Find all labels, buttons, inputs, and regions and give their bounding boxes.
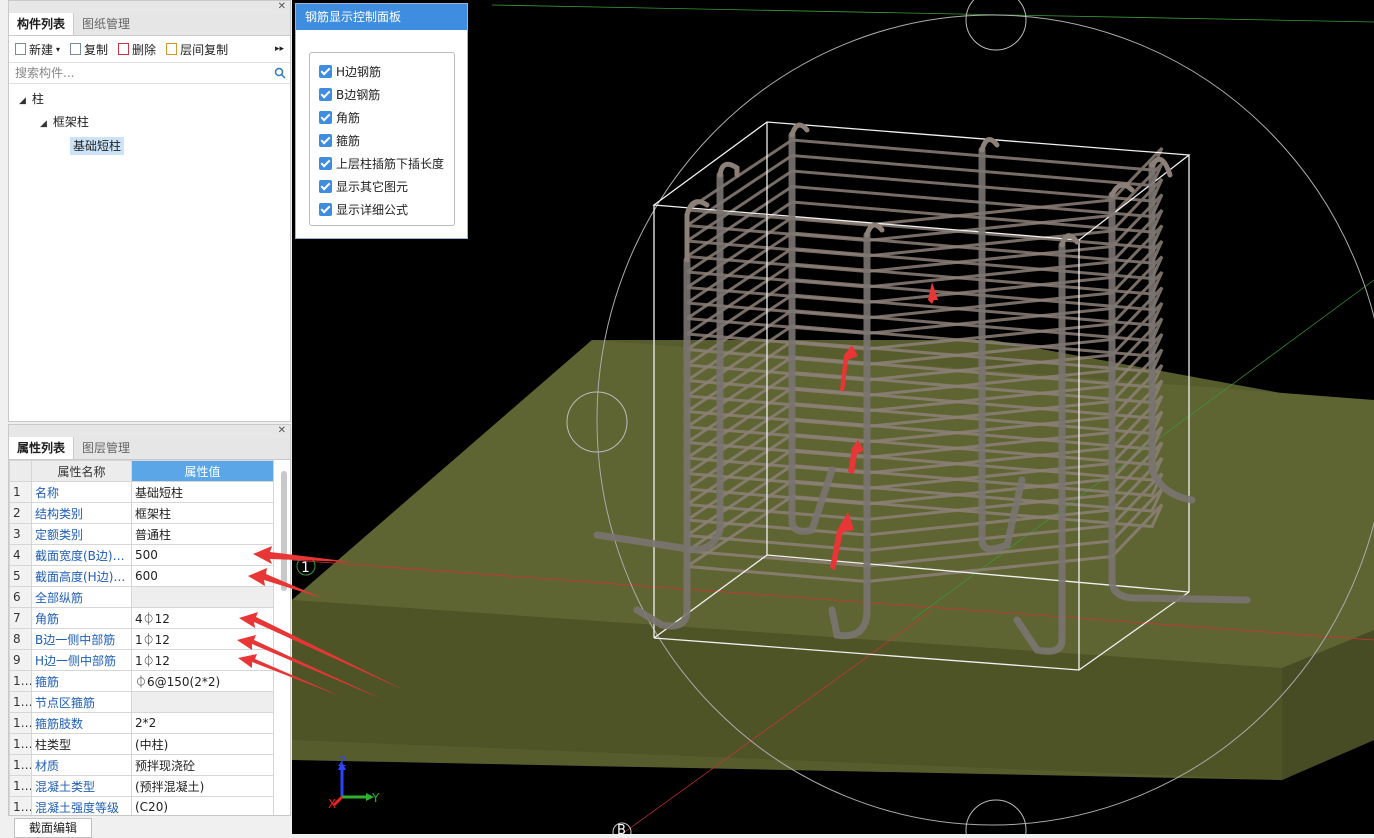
display-option-checkbox[interactable]: B边钢筋 [319, 86, 380, 103]
property-name: 柱类型 [31, 733, 132, 755]
index-header [9, 460, 32, 482]
row-index: 13 [9, 733, 32, 755]
display-option-label: 箍筋 [336, 134, 361, 148]
row-index: 14 [9, 754, 32, 776]
component-toolbar: 新建 ▾ 复制 删除 层间复制 ▸▸ [9, 36, 290, 63]
tree-item-foundation-short-column[interactable]: 基础短柱 [70, 136, 125, 156]
row-index: 15 [9, 775, 32, 797]
table-row[interactable]: 13 柱类型 (中柱) [9, 733, 274, 755]
table-row[interactable]: 16 混凝土强度等级 (C20) [9, 796, 274, 815]
property-name: 箍筋肢数 [31, 712, 132, 734]
checkbox-checked-icon[interactable] [319, 134, 332, 147]
tree-item-column[interactable]: ◢ 柱 [19, 89, 44, 111]
component-list-panel: ✕ 构件列表 图纸管理 新建▾ 复制 删除 层间复制 ▸▸ ◢柱 ◢框架柱 基础… [8, 0, 291, 422]
axis-label-x: X [328, 797, 336, 811]
display-options-group: H边钢筋 B边钢筋角筋箍筋上层柱插筋下插长度 显示其它图元 显示详细公式 [309, 52, 455, 226]
display-option-checkbox[interactable]: 箍筋 [319, 132, 360, 149]
table-row[interactable]: 1 名称 基础短柱 [9, 481, 274, 503]
checkbox-checked-icon[interactable] [319, 111, 332, 124]
property-value-header: 属性值 [131, 460, 274, 482]
checkbox-checked-icon[interactable] [319, 180, 332, 193]
axis-gizmo: Z Y X [328, 755, 380, 811]
tab-property-list[interactable]: 属性列表 [9, 437, 75, 459]
tree-item-frame-column[interactable]: ◢ 框架柱 [40, 112, 89, 134]
copy-icon [70, 43, 82, 55]
display-option-checkbox[interactable]: 角筋 [319, 109, 360, 126]
row-index: 2 [9, 502, 32, 524]
display-option-checkbox[interactable]: 显示其它图元 [319, 178, 408, 195]
grid-bubble [965, 799, 1027, 834]
row-index: 1 [9, 481, 32, 503]
property-name: 混凝土类型 [31, 775, 132, 797]
display-option-checkbox[interactable]: 显示详细公式 [319, 201, 408, 218]
property-name: 名称 [31, 481, 132, 503]
annotation-arrows-left [237, 546, 404, 700]
panel-close-bar: ✕ [9, 425, 290, 437]
table-row[interactable]: 15 混凝土类型 (预拌混凝土) [9, 775, 274, 797]
display-option-checkbox[interactable]: H边钢筋 [319, 63, 381, 80]
property-header-row: 属性名称 属性值 [9, 460, 274, 482]
left-pane: ✕ 构件列表 图纸管理 新建▾ 复制 删除 层间复制 ▸▸ ◢柱 ◢框架柱 基础… [0, 0, 292, 838]
delete-icon [118, 43, 130, 55]
new-file-icon [15, 43, 26, 55]
more-icon[interactable]: ▸▸ [275, 44, 284, 54]
axis-label-y: Y [371, 791, 380, 805]
floor-copy-icon [166, 43, 178, 55]
property-name: 混凝土强度等级 [31, 796, 132, 815]
rebar-display-control-panel: 钢筋显示控制面板 H边钢筋 B边钢筋角筋箍筋上层柱插筋下插长度 显示其它图元 显示详细… [295, 3, 468, 239]
display-option-label: 角筋 [336, 111, 361, 125]
display-option-label: 上层柱插筋下插长度 [336, 157, 445, 171]
checkbox-checked-icon[interactable] [319, 203, 332, 216]
axis-label-z: Z [338, 755, 346, 769]
search-input[interactable] [13, 65, 274, 81]
dropdown-arrow-icon[interactable]: ▾ [56, 45, 60, 54]
display-option-label: H边钢筋 [336, 65, 382, 79]
tab-layer-management[interactable]: 图层管理 [74, 437, 138, 459]
property-value[interactable]: (中柱) [131, 733, 274, 755]
tab-component-list[interactable]: 构件列表 [9, 13, 75, 35]
property-value[interactable]: 2*2 [131, 712, 274, 734]
display-option-label: 显示其它图元 [336, 180, 409, 194]
table-row[interactable]: 2 结构类别 框架柱 [9, 502, 274, 524]
search-icon[interactable] [274, 67, 286, 79]
display-option-label: B边钢筋 [336, 88, 381, 102]
tab-section-edit[interactable]: 截面编辑 [14, 818, 93, 838]
panel-close-bar: ✕ [9, 1, 290, 13]
row-index: 12 [9, 712, 32, 734]
property-value[interactable]: (C20) [131, 796, 274, 815]
property-name: 材质 [31, 754, 132, 776]
collapse-arrow-icon[interactable]: ◢ [19, 96, 26, 106]
search-bar [9, 63, 290, 84]
collapse-arrow-icon[interactable]: ◢ [40, 119, 47, 129]
table-row[interactable]: 12 箍筋肢数 2*2 [9, 712, 274, 734]
tab-drawing-management[interactable]: 图纸管理 [74, 13, 138, 35]
display-option-checkbox[interactable]: 上层柱插筋下插长度 [319, 155, 444, 172]
display-option-label: 显示详细公式 [336, 203, 409, 217]
component-tabs: 构件列表 图纸管理 [9, 13, 290, 36]
grid-label-b: B [617, 823, 626, 834]
new-button[interactable]: 新建 ▾ [15, 41, 60, 58]
checkbox-checked-icon[interactable] [319, 88, 332, 101]
grid-bubble [965, 0, 1027, 51]
close-icon[interactable]: ✕ [278, 1, 286, 12]
row-index: 16 [9, 796, 32, 815]
property-name-header: 属性名称 [31, 460, 132, 482]
property-tabs: 属性列表 图层管理 [9, 437, 290, 460]
delete-button[interactable]: 删除 [118, 41, 156, 58]
property-value[interactable]: 基础短柱 [131, 481, 274, 503]
checkbox-checked-icon[interactable] [319, 157, 332, 170]
checkbox-checked-icon[interactable] [319, 65, 332, 78]
floor-copy-button[interactable]: 层间复制 [166, 41, 228, 58]
table-row[interactable]: 14 材质 预拌现浇砼 [9, 754, 274, 776]
control-panel-title: 钢筋显示控制面板 [296, 4, 467, 30]
close-icon[interactable]: ✕ [278, 425, 286, 436]
property-name: 结构类别 [31, 502, 132, 524]
property-value[interactable]: (预拌混凝土) [131, 775, 274, 797]
property-value[interactable]: 框架柱 [131, 502, 274, 524]
copy-button[interactable]: 复制 [70, 41, 108, 58]
property-value[interactable]: 预拌现浇砼 [131, 754, 274, 776]
